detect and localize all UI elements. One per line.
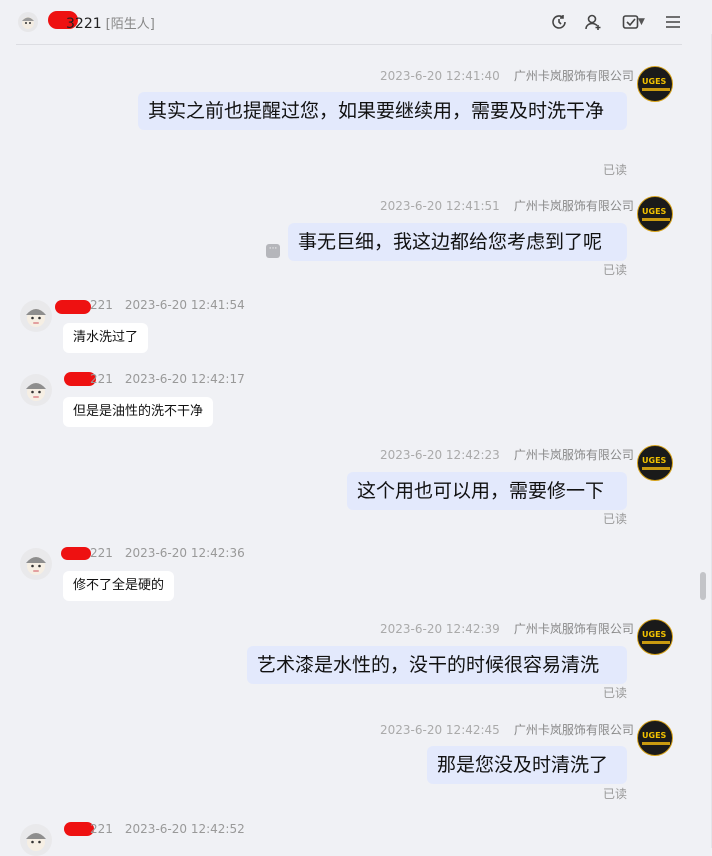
sender-name: 广州卡岚服饰有限公司 (513, 622, 634, 636)
sender-name: 221 (90, 822, 113, 836)
chat-header: 3221 [陌生人] ▼ (0, 0, 712, 44)
read-status: 已读 (603, 163, 628, 177)
contact-avatar[interactable] (20, 824, 52, 856)
message-meta: 2023-6-20 12:42:23 广州卡岚服饰有限公司 (380, 446, 634, 463)
outgoing-message-bubble[interactable]: 艺术漆是水性的，没干的时候很容易清洗 (247, 646, 627, 684)
outgoing-message-bubble[interactable]: 那是您没及时清洗了 (427, 746, 627, 784)
message-meta: 221 2023-6-20 12:42:17 (90, 372, 245, 386)
message-time: 2023-6-20 12:41:51 (380, 199, 500, 213)
avatar-logo-text: UGES (642, 207, 667, 216)
contact-avatar[interactable] (20, 300, 52, 332)
avatar-logo-text: UGES (642, 731, 667, 740)
outgoing-message-bubble[interactable]: 事无巨细，我这边都给您考虑到了呢 (288, 223, 627, 261)
avatar-logo-text: UGES (642, 456, 667, 465)
sender-name: 广州卡岚服饰有限公司 (513, 69, 634, 83)
menu-icon[interactable] (662, 11, 684, 33)
message-time: 2023-6-20 12:42:17 (124, 372, 245, 386)
outgoing-message-bubble[interactable]: 这个用也可以用，需要修一下 (347, 472, 627, 510)
message-meta: 2023-6-20 12:42:39 广州卡岚服饰有限公司 (380, 620, 634, 637)
company-avatar[interactable]: UGES (637, 66, 673, 102)
message-time: 2023-6-20 12:42:36 (124, 546, 245, 560)
sender-name: 221 (90, 298, 113, 312)
message-meta: 221 2023-6-20 12:42:52 (90, 822, 245, 836)
message-time: 2023-6-20 12:42:45 (380, 723, 500, 737)
chevron-down-icon: ▼ (638, 17, 645, 27)
sender-name: 221 (90, 372, 113, 386)
incoming-message-bubble[interactable]: 但是是油性的洗不干净 (63, 397, 214, 427)
read-status: 已读 (603, 512, 628, 526)
message-meta: 221 2023-6-20 12:42:36 (90, 546, 245, 560)
incoming-message-bubble[interactable]: 修不了全是硬的 (63, 571, 175, 601)
task-icon[interactable]: ▼ (616, 11, 650, 33)
read-status: 已读 (603, 263, 628, 277)
message-meta: 2023-6-20 12:41:40 广州卡岚服饰有限公司 (380, 67, 634, 84)
contact-avatar[interactable] (20, 374, 52, 406)
user-add-icon[interactable] (582, 11, 604, 33)
sender-name: 广州卡岚服饰有限公司 (513, 723, 634, 737)
contact-avatar[interactable] (20, 548, 52, 580)
redaction-mark (55, 300, 91, 314)
contact-avatar[interactable] (18, 12, 38, 32)
company-avatar[interactable]: UGES (637, 720, 673, 756)
company-avatar[interactable]: UGES (637, 445, 673, 481)
header-divider (16, 44, 682, 45)
sender-name: 广州卡岚服饰有限公司 (513, 199, 634, 213)
outgoing-message-bubble[interactable]: 其实之前也提醒过您，如果要继续用，需要及时洗干净 (138, 92, 627, 130)
more-options-icon[interactable]: ··· (266, 244, 280, 258)
contact-name-text: 3221 (66, 16, 102, 32)
company-avatar[interactable]: UGES (637, 619, 673, 655)
message-time: 2023-6-20 12:42:39 (380, 622, 500, 636)
header-toolbar: ▼ (548, 11, 684, 33)
message-meta: 2023-6-20 12:42:45 广州卡岚服饰有限公司 (380, 721, 634, 738)
sender-name: 221 (90, 546, 113, 560)
message-time: 2023-6-20 12:41:40 (380, 69, 500, 83)
refresh-icon[interactable] (548, 11, 570, 33)
redaction-mark (61, 547, 91, 560)
sender-name: 广州卡岚服饰有限公司 (513, 448, 634, 462)
contact-name: 3221 [陌生人] (46, 13, 155, 32)
read-status: 已读 (603, 686, 628, 700)
message-time: 2023-6-20 12:41:54 (124, 298, 245, 312)
company-avatar[interactable]: UGES (637, 196, 673, 232)
avatar-logo-text: UGES (642, 77, 667, 86)
contact-tag: [陌生人] (105, 17, 155, 32)
message-time: 2023-6-20 12:42:23 (380, 448, 500, 462)
incoming-message-bubble[interactable]: 清水洗过了 (63, 323, 149, 353)
avatar-logo-text: UGES (642, 630, 667, 639)
message-time: 2023-6-20 12:42:52 (124, 822, 245, 836)
message-meta: 221 2023-6-20 12:41:54 (90, 298, 245, 312)
read-status: 已读 (603, 787, 628, 801)
scrollbar-thumb[interactable] (700, 572, 706, 600)
message-meta: 2023-6-20 12:41:51 广州卡岚服饰有限公司 (380, 197, 634, 214)
